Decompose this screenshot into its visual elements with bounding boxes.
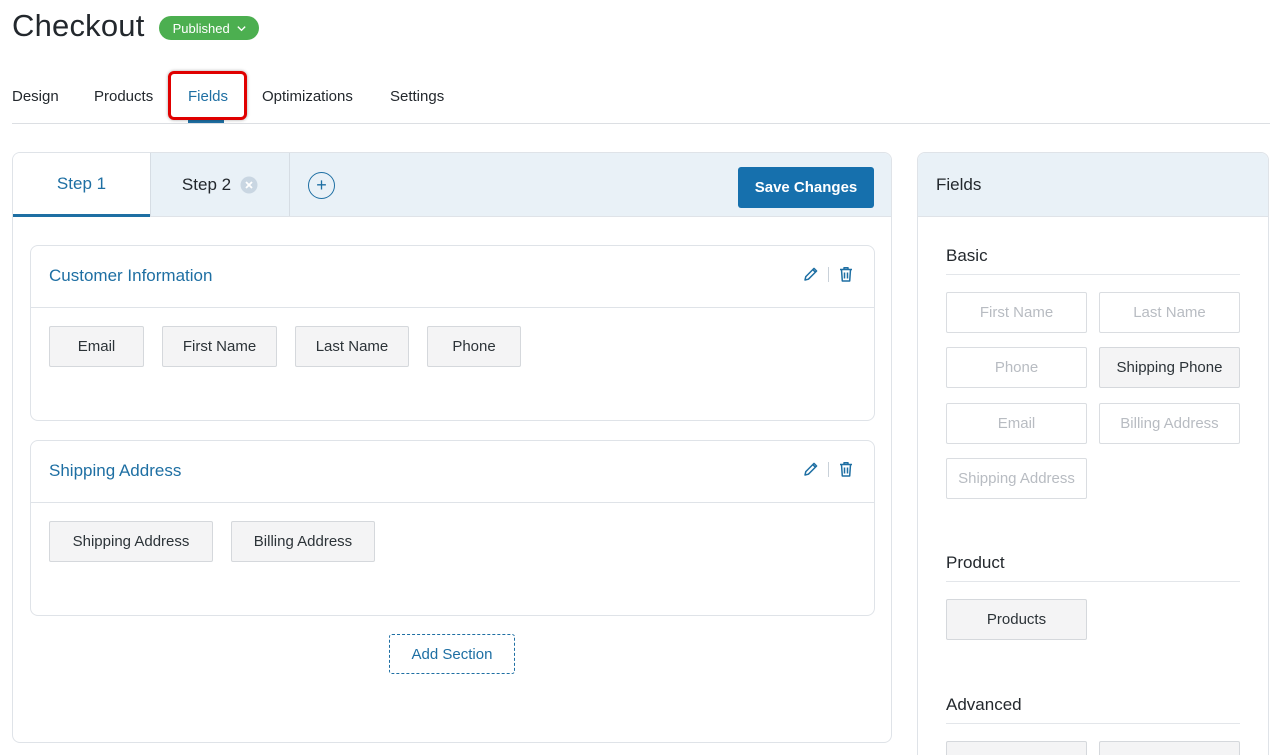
palette-field-phone: Phone [946, 347, 1087, 388]
checkout-editor: Step 1 Step 2 + Save Changes Customer In… [12, 152, 892, 743]
group-title-product: Product [946, 553, 1005, 572]
section-actions [802, 460, 855, 478]
section-header: Customer Information [31, 246, 874, 308]
save-button[interactable]: Save Changes [738, 167, 874, 208]
fields-panel-header: Fields [918, 153, 1268, 217]
edit-icon[interactable] [802, 460, 820, 478]
fields-tab-highlight [168, 71, 247, 120]
palette-field-first-name: First Name [946, 292, 1087, 333]
add-step-icon: + [316, 175, 327, 195]
field-chip-phone[interactable]: Phone [427, 326, 521, 367]
palette-field-shipping-address: Shipping Address [946, 458, 1087, 499]
chevron-down-icon [237, 25, 246, 31]
fields-panel: Fields Basic First Name Last Name Phone … [917, 152, 1269, 755]
section-title: Customer Information [49, 266, 213, 285]
page-header: Checkout Published [12, 8, 259, 44]
section-customer-information: Customer Information Email First Name La… [30, 245, 875, 421]
tab-products[interactable]: Products [94, 88, 153, 105]
field-chip-first-name[interactable]: First Name [162, 326, 277, 367]
field-chip-billing-address[interactable]: Billing Address [231, 521, 375, 562]
group-divider [946, 274, 1240, 275]
field-chip-last-name[interactable]: Last Name [295, 326, 409, 367]
palette-field-last-name: Last Name [1099, 292, 1240, 333]
palette-field-advanced-2[interactable] [1099, 741, 1240, 755]
group-divider [946, 581, 1240, 582]
section-actions [802, 265, 855, 283]
group-title-basic: Basic [946, 246, 988, 265]
status-badge[interactable]: Published [158, 16, 259, 40]
group-divider [946, 723, 1240, 724]
fields-panel-title: Fields [936, 175, 982, 194]
active-tab-indicator [188, 120, 224, 123]
step-label: Step 2 [181, 174, 232, 194]
field-chip-email[interactable]: Email [49, 326, 144, 367]
field-chip-shipping-address[interactable]: Shipping Address [49, 521, 213, 562]
remove-step-icon[interactable] [240, 176, 258, 194]
action-separator [828, 266, 829, 282]
add-section-button[interactable]: Add Section [389, 634, 515, 674]
group-title-advanced: Advanced [946, 695, 1022, 714]
status-label: Published [172, 20, 230, 36]
tab-design[interactable]: Design [12, 88, 59, 105]
page-title: Checkout [12, 8, 145, 43]
section-header: Shipping Address [31, 441, 874, 503]
palette-field-shipping-phone[interactable]: Shipping Phone [1099, 347, 1240, 388]
trash-icon[interactable] [837, 460, 855, 478]
step-tab-2[interactable]: Step 2 [151, 153, 289, 216]
palette-field-billing-address: Billing Address [1099, 403, 1240, 444]
palette-field-email: Email [946, 403, 1087, 444]
section-shipping-address: Shipping Address Shipping Address Billin… [30, 440, 875, 616]
add-step-button[interactable]: + [308, 172, 335, 199]
step-bar: Step 1 Step 2 + Save Changes [13, 153, 891, 217]
trash-icon[interactable] [837, 265, 855, 283]
step-label: Step 1 [56, 173, 107, 193]
palette-field-advanced-1[interactable] [946, 741, 1087, 755]
section-title: Shipping Address [49, 461, 182, 480]
action-separator [828, 461, 829, 477]
tab-optimizations[interactable]: Optimizations [262, 88, 353, 105]
step-divider [289, 153, 290, 216]
edit-icon[interactable] [802, 265, 820, 283]
palette-field-products[interactable]: Products [946, 599, 1087, 640]
tab-settings[interactable]: Settings [390, 88, 444, 105]
step-tab-1[interactable]: Step 1 [13, 153, 150, 217]
